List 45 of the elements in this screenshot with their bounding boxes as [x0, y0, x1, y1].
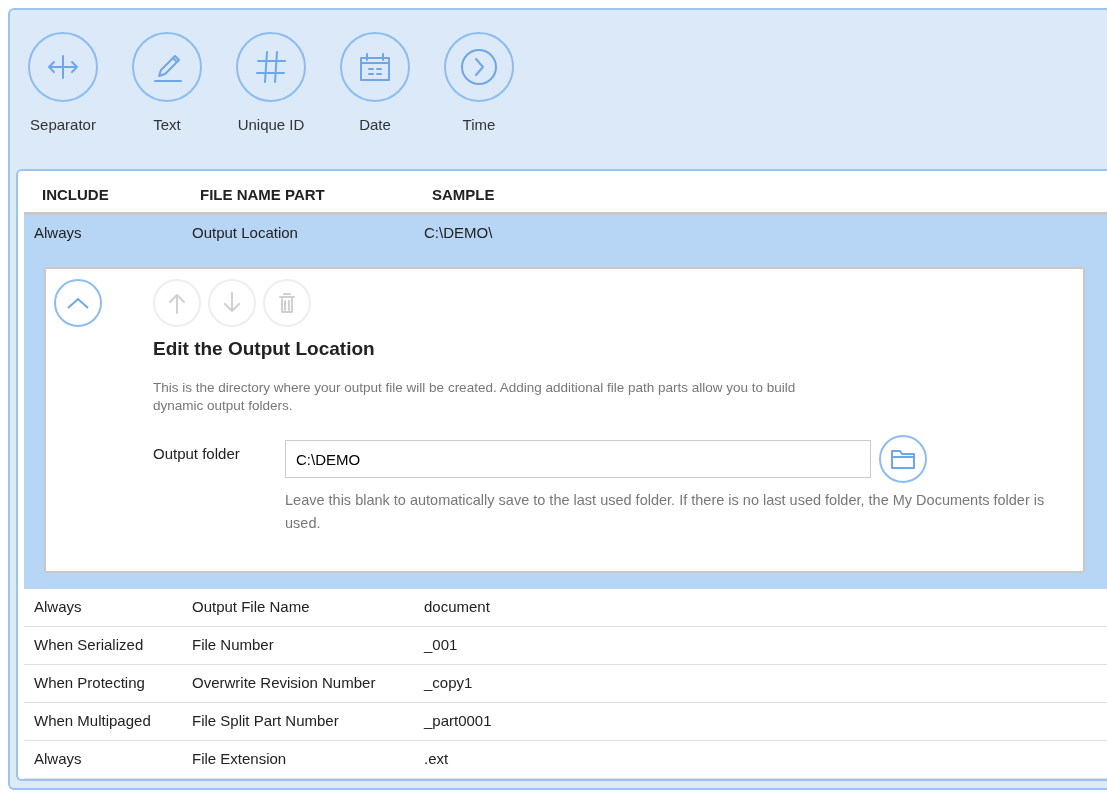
- separator-icon: [45, 52, 81, 82]
- hash-icon: [254, 49, 288, 85]
- browse-button[interactable]: [879, 435, 927, 484]
- folder-icon: [890, 448, 916, 471]
- table-cell-text: Always: [34, 222, 83, 243]
- output-folder-field[interactable]: C:\DEMO: [285, 440, 871, 479]
- table-cell-text: Output Location: [192, 222, 299, 243]
- collapse-button[interactable]: [54, 278, 102, 327]
- toolbar-button[interactable]: Time: [432, 32, 526, 137]
- calendar-icon: [357, 51, 393, 83]
- table-cell-text: Always: [34, 596, 83, 617]
- table-cell-text: _001: [424, 634, 459, 655]
- table-row[interactable]: Always Output Location C:\DEMO\: [24, 214, 1107, 253]
- table-row[interactable]: When Serialized File Number _001: [24, 626, 1107, 665]
- table-cell-text: When Serialized: [34, 634, 145, 655]
- table-cell-text: _part0001: [424, 710, 493, 731]
- table-cell-text: Always: [34, 748, 83, 769]
- editor-title: Edit the Output Location: [153, 336, 376, 361]
- table-cell-text: File Number: [192, 634, 275, 655]
- table-row[interactable]: When Multipaged File Split Part Number _part0001: [24, 702, 1107, 741]
- table-cell-text: When Protecting: [34, 672, 146, 693]
- field-hint: Leave this blank to automatically save to the last used folder. If there is no last used folder, the My Documents folder is used.: [285, 491, 1046, 533]
- table-cell-text: C:\DEMO\: [424, 222, 494, 243]
- table-cell-text: Overwrite Revision Number: [192, 672, 377, 693]
- table-cell-text: .ext: [424, 748, 450, 769]
- table-cell-text: Output File Name: [192, 596, 311, 617]
- toolbar-button[interactable]: Text: [120, 32, 214, 137]
- table-row[interactable]: Always Output File Name document: [24, 588, 1107, 627]
- table-row[interactable]: Always File Extension .ext: [24, 740, 1107, 779]
- column-header: INCLUDE: [42, 184, 110, 205]
- editor-description: This is the directory where your output file will be created. Adding additional file path parts allow you to build dynamic output folders.: [153, 379, 797, 416]
- table-cell-text: document: [424, 596, 491, 617]
- toolbar-button[interactable]: Date: [328, 32, 422, 137]
- table-cell-text: When Multipaged: [34, 710, 152, 731]
- field-label: Output folder: [153, 444, 241, 465]
- column-header: FILE NAME PART: [200, 184, 326, 205]
- chevron-up-icon: [66, 295, 90, 310]
- toolbar-button[interactable]: Separator: [16, 32, 110, 137]
- column-header: SAMPLE: [432, 184, 496, 205]
- table-row[interactable]: When Protecting Overwrite Revision Number _copy1: [24, 664, 1107, 703]
- chevron-circle-icon: [459, 47, 499, 87]
- table-cell-text: File Split Part Number: [192, 710, 340, 731]
- table-cell-text: File Extension: [192, 748, 288, 769]
- toolbar-button[interactable]: Unique ID: [224, 32, 318, 137]
- table-cell-text: _copy1: [424, 672, 474, 693]
